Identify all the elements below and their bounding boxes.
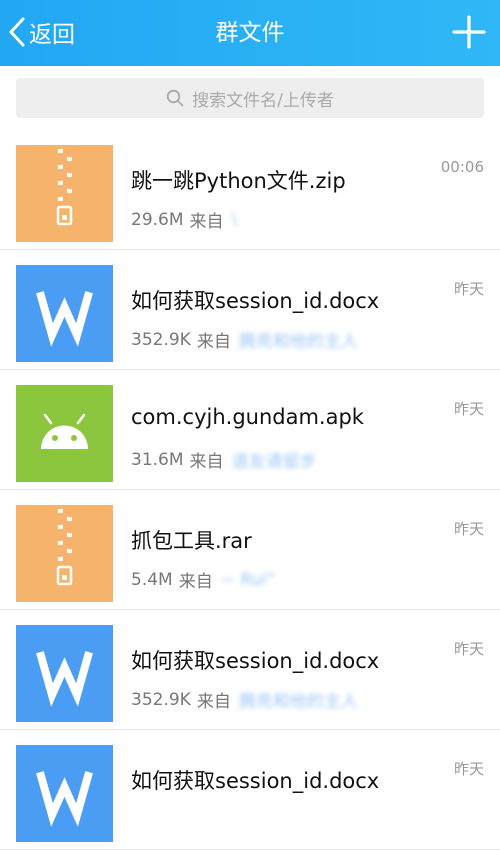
file-item[interactable]: 如何获取session_id.docx 352.9K 来自 腾亮和他的主人 昨天 — [0, 610, 500, 730]
file-meta: 5.4M 来自 ~ Rui" — [131, 567, 275, 593]
file-name: 跳一跳Python文件.zip — [131, 169, 346, 193]
upload-time: 昨天 — [453, 640, 484, 658]
back-label: 返回 — [29, 22, 75, 48]
upload-time: 昨天 — [453, 760, 484, 778]
from-label: 来自 — [189, 212, 224, 232]
file-item[interactable]: com.cyjh.gundam.apk 31.6M 来自 道友请留步 昨天 — [0, 370, 500, 490]
page-title: 群文件 — [215, 20, 285, 46]
file-item[interactable]: 如何获取session_id.docx 352.9K 来自 腾亮和他的主人 昨天 — [0, 250, 500, 370]
uploader-name[interactable]: \ — [232, 210, 238, 230]
file-name: com.cyjh.gundam.apk — [131, 405, 364, 429]
file-size: 352.9K — [131, 329, 191, 350]
file-item[interactable]: 抓包工具.rar 5.4M 来自 ~ Rui" 昨天 — [0, 490, 500, 610]
upload-time: 昨天 — [453, 400, 484, 418]
file-size: 31.6M — [131, 449, 184, 470]
uploader-name[interactable]: 道友请留步 — [232, 447, 317, 472]
file-meta: 352.9K 来自 腾亮和他的主人 — [131, 687, 358, 713]
word-doc-icon — [36, 651, 93, 707]
file-size: 352.9K — [131, 689, 191, 710]
uploader-name[interactable]: ~ Rui" — [221, 570, 275, 590]
file-name: 如何获取session_id.docx — [131, 649, 380, 673]
file-list: 跳一跳Python文件.zip 29.6M 来自 \ 00:06 如何获取session_… — [0, 130, 500, 850]
archive-icon — [56, 149, 73, 226]
file-thumbnail — [16, 385, 113, 482]
file-thumbnail — [16, 265, 113, 362]
from-label: 来自 — [178, 572, 213, 592]
file-name: 如何获取session_id.docx — [131, 769, 380, 793]
file-meta: 29.6M 来自 \ — [131, 207, 238, 233]
file-thumbnail — [16, 625, 113, 722]
uploader-name[interactable]: 腾亮和他的主人 — [239, 687, 358, 712]
file-thumbnail — [16, 145, 113, 242]
upload-time: 昨天 — [453, 520, 484, 538]
file-meta: 352.9K 来自 腾亮和他的主人 — [131, 327, 358, 353]
file-meta: 31.6M 来自 道友请留步 — [131, 447, 317, 473]
file-name: 抓包工具.rar — [131, 529, 252, 553]
back-button[interactable]: 返回 — [8, 12, 75, 52]
file-item[interactable]: 跳一跳Python文件.zip 29.6M 来自 \ 00:06 — [0, 130, 500, 250]
upload-time: 昨天 — [453, 280, 484, 298]
from-label: 来自 — [189, 452, 224, 472]
search-icon — [166, 89, 184, 107]
file-name: 如何获取session_id.docx — [131, 289, 380, 313]
file-size: 5.4M — [131, 569, 173, 590]
search-input[interactable]: 搜索文件名/上传者 — [16, 78, 484, 118]
title-bar: 返回 群文件 — [0, 0, 500, 66]
from-label: 来自 — [196, 332, 231, 352]
search-placeholder: 搜索文件名/上传者 — [192, 90, 334, 111]
file-item[interactable]: 如何获取session_id.docx 昨天 — [0, 730, 500, 850]
archive-icon — [56, 509, 73, 586]
uploader-name[interactable]: 腾亮和他的主人 — [239, 327, 358, 352]
add-button[interactable] — [452, 15, 486, 49]
chevron-left-icon — [9, 17, 25, 47]
from-label: 来自 — [196, 692, 231, 712]
android-icon — [41, 413, 88, 449]
file-thumbnail — [16, 505, 113, 602]
word-doc-icon — [36, 291, 93, 347]
search-section: 搜索文件名/上传者 — [0, 66, 500, 118]
plus-icon — [452, 15, 486, 49]
file-size: 29.6M — [131, 209, 184, 230]
upload-time: 00:06 — [440, 158, 484, 176]
